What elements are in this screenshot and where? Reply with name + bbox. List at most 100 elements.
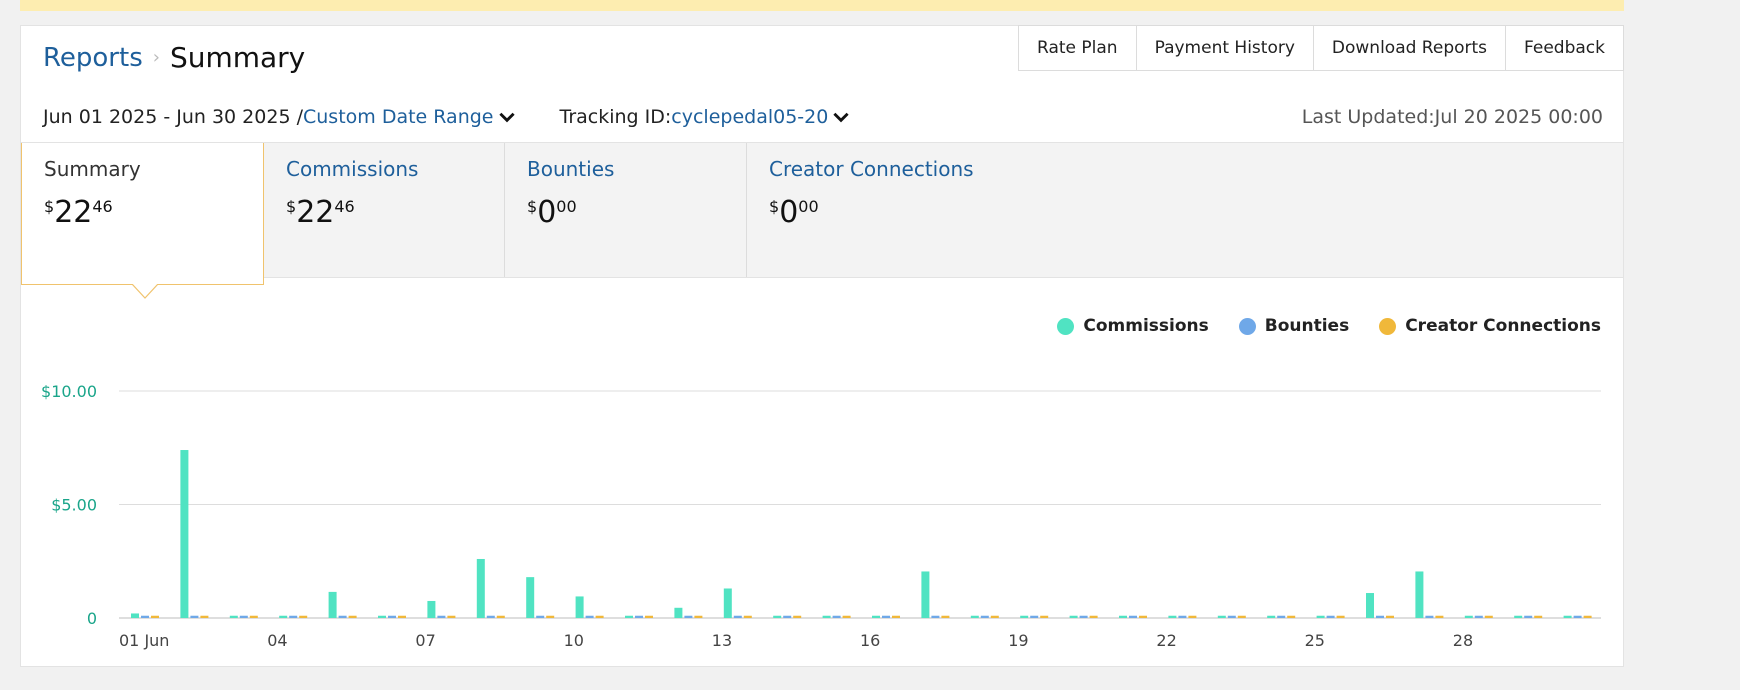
bar-bounties: [141, 615, 149, 618]
bar-commissions: [476, 558, 485, 618]
bar-commissions: [1267, 615, 1276, 618]
bar-creator-connections: [546, 615, 555, 618]
bar-commissions: [1119, 615, 1127, 618]
bar-creator-connections: [447, 615, 456, 618]
bar-commissions: [279, 615, 288, 618]
bar-bounties: [733, 615, 742, 618]
bar-commissions: [1415, 571, 1424, 618]
report-card: Reports › Summary Rate Plan Payment Hist…: [20, 25, 1624, 667]
metric-amount: $2246: [286, 195, 355, 230]
bar-commissions: [1020, 615, 1029, 618]
metric-label: Creator Connections: [769, 157, 974, 181]
bar-creator-connections: [842, 615, 851, 618]
bar-creator-connections: [990, 615, 999, 618]
legend-item-bounties[interactable]: Bounties: [1238, 316, 1350, 336]
bar-bounties: [338, 615, 347, 618]
feedback-button[interactable]: Feedback: [1505, 25, 1624, 71]
x-tick-label: 04: [267, 631, 287, 650]
bar-creator-connections: [1089, 615, 1098, 618]
bar-bounties: [980, 615, 989, 618]
rate-plan-button[interactable]: Rate Plan: [1018, 25, 1136, 71]
bar-bounties: [1129, 615, 1137, 618]
header-tabs: Rate Plan Payment History Download Repor…: [1018, 25, 1624, 71]
bar-bounties: [1573, 615, 1582, 618]
x-tick-label: 07: [415, 631, 435, 650]
bar-commissions: [427, 600, 436, 618]
bar-bounties: [437, 615, 446, 618]
x-tick-label: 16: [860, 631, 880, 650]
tracking-id-value: cyclepedal05-20: [671, 106, 829, 128]
bar-bounties: [1326, 615, 1335, 618]
tracking-id-dropdown[interactable]: Tracking ID: cyclepedal05-20: [560, 106, 853, 128]
bar-creator-connections: [793, 615, 802, 618]
bar-creator-connections: [1287, 615, 1296, 618]
bar-commissions: [1168, 615, 1177, 618]
bar-bounties: [388, 615, 396, 618]
legend-item-commissions[interactable]: Commissions: [1057, 316, 1209, 336]
bar-commissions: [131, 613, 139, 618]
x-tick-label: 22: [1156, 631, 1176, 650]
tracking-id-label: Tracking ID:: [559, 106, 672, 128]
bar-bounties: [635, 615, 643, 618]
bar-commissions: [822, 615, 831, 618]
metric-commissions[interactable]: Commissions $2246: [264, 143, 505, 277]
metric-summary[interactable]: Summary $2246: [21, 143, 264, 299]
payment-history-button[interactable]: Payment History: [1135, 25, 1313, 71]
bar-commissions: [872, 615, 880, 618]
legend-item-creator-connections[interactable]: Creator Connections: [1379, 316, 1601, 336]
y-tick-label: $10.00: [41, 382, 97, 401]
bar-bounties: [1277, 615, 1286, 618]
bar-commissions: [773, 615, 782, 618]
x-tick-label: 28: [1453, 631, 1473, 650]
filter-row: Jun 01 2025 - Jun 30 2025 / Custom Date …: [43, 102, 1603, 132]
bar-creator-connections: [645, 615, 653, 618]
metric-bounties[interactable]: Bounties $000: [505, 143, 747, 277]
bar-creator-connections: [743, 615, 752, 618]
metric-bar: Summary $2246 Commissions $2246 Bounties…: [21, 142, 1623, 299]
metric-label: Summary: [44, 157, 141, 181]
bar-creator-connections: [1386, 615, 1394, 618]
bar-commissions: [378, 615, 386, 618]
bar-creator-connections: [348, 615, 357, 618]
bar-bounties: [585, 615, 594, 618]
bar-bounties: [486, 615, 495, 618]
bar-creator-connections: [1040, 615, 1049, 618]
bar-creator-connections: [1484, 615, 1493, 618]
bar-creator-connections: [398, 615, 406, 618]
bar-commissions: [229, 615, 238, 618]
metric-amount: $000: [769, 195, 819, 230]
bar-bounties: [832, 615, 841, 618]
bar-bounties: [239, 615, 248, 618]
bar-bounties: [1474, 615, 1483, 618]
metric-amount: $2246: [44, 195, 113, 230]
legend-dot-icon: [1379, 317, 1397, 335]
bar-creator-connections: [496, 615, 505, 618]
bar-bounties: [931, 615, 940, 618]
date-mode-dropdown[interactable]: Custom Date Range: [303, 106, 518, 128]
metric-creator-connections[interactable]: Creator Connections $000: [747, 143, 1047, 277]
bar-creator-connections: [299, 615, 308, 618]
bar-commissions: [674, 607, 683, 618]
bar-commissions: [180, 450, 189, 618]
bar-bounties: [684, 615, 693, 618]
bar-commissions: [1069, 615, 1078, 618]
breadcrumb-reports-link[interactable]: Reports: [43, 43, 143, 73]
download-reports-button[interactable]: Download Reports: [1312, 25, 1506, 71]
notification-bar: [20, 0, 1624, 11]
x-tick-label: 25: [1305, 631, 1325, 650]
bar-creator-connections: [595, 615, 604, 618]
bar-creator-connections: [1435, 615, 1444, 618]
legend-label: Bounties: [1264, 316, 1350, 336]
chevron-down-icon: [498, 112, 515, 123]
metric-amount: $000: [527, 195, 577, 230]
bar-commissions: [1217, 615, 1226, 618]
x-tick-label: 13: [712, 631, 732, 650]
bar-bounties: [1030, 615, 1039, 618]
bar-bounties: [783, 615, 792, 618]
date-mode-label: Custom Date Range: [302, 106, 494, 128]
y-tick-label: 0: [87, 609, 97, 628]
bar-creator-connections: [200, 615, 209, 618]
bar-commissions: [723, 588, 732, 618]
breadcrumb: Reports › Summary: [43, 41, 305, 74]
bar-bounties: [536, 615, 545, 618]
